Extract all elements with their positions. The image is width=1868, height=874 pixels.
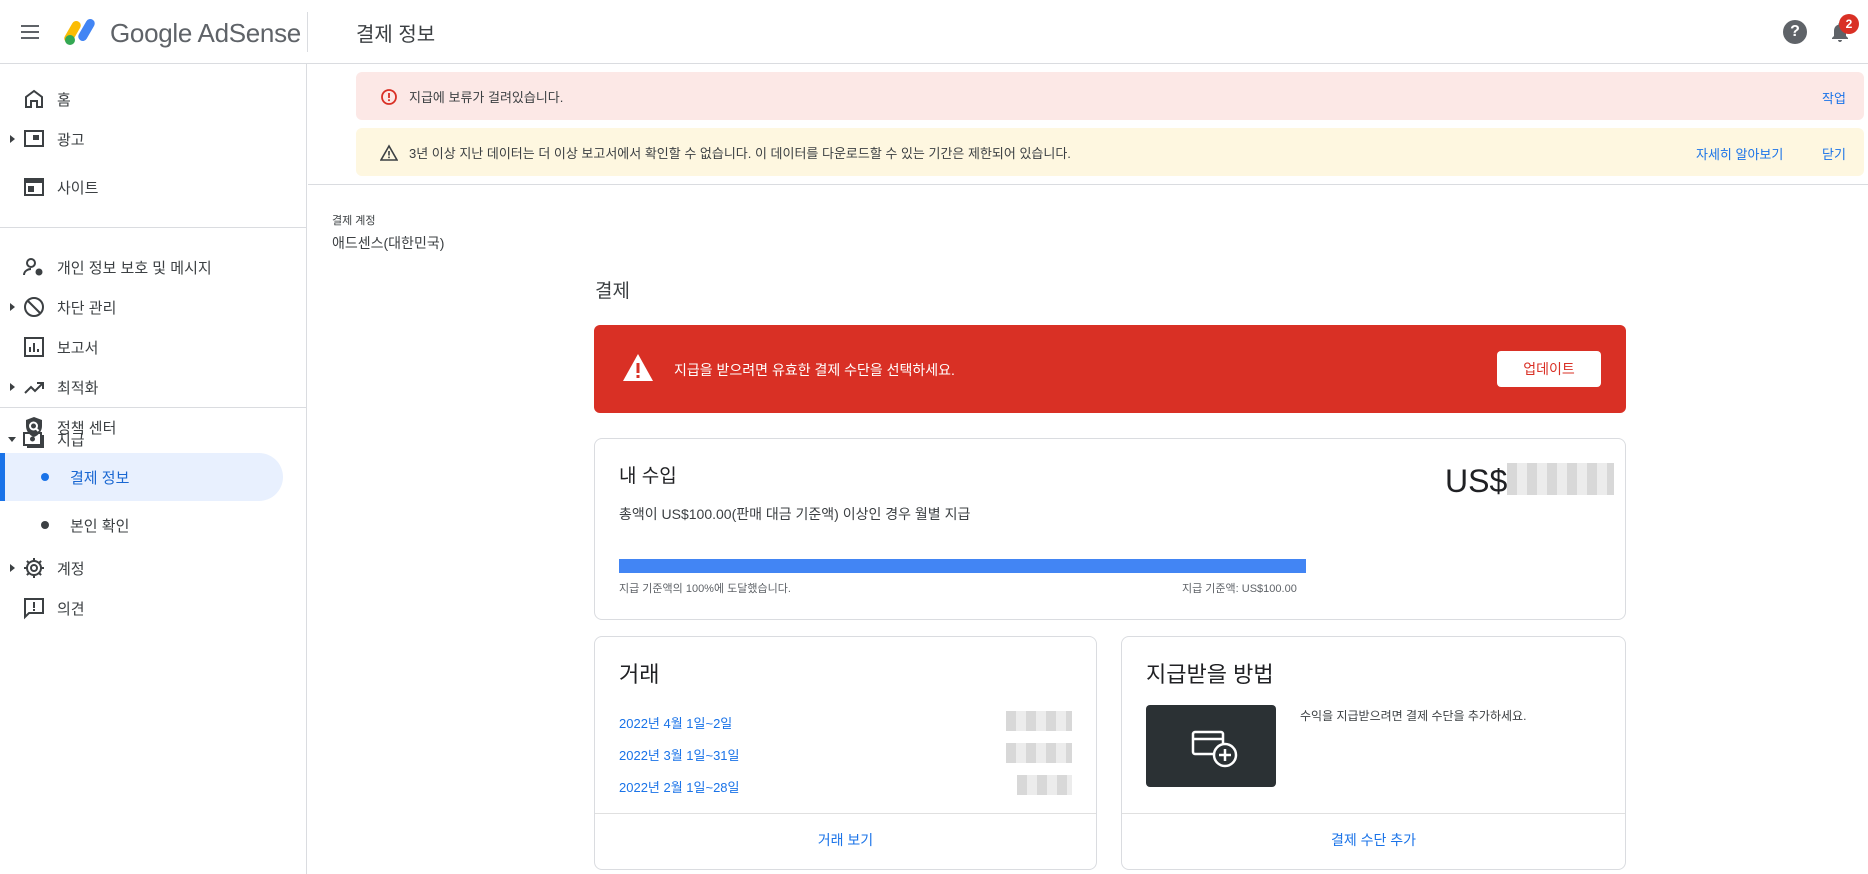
sites-icon	[24, 178, 44, 196]
payment-hold-alert: 지급에 보류가 걸려있습니다. 작업	[356, 72, 1864, 120]
gear-icon	[24, 558, 44, 578]
transaction-period-link[interactable]: 2022년 4월 1일~2일	[619, 713, 732, 732]
card-divider	[595, 813, 1096, 814]
warning-icon	[380, 144, 398, 161]
sidebar-subitem-payment-info[interactable]: 결제 정보	[0, 453, 283, 501]
sidebar: 홈 광고 사이트 개인 정보 보호 및 메시지 차단 관리 보고서 최적화 정책…	[0, 64, 307, 874]
section-title: 결제	[595, 281, 630, 302]
sidebar-subitem-identity-verification[interactable]: 본인 확인	[0, 501, 283, 549]
expand-caret-icon	[10, 303, 15, 311]
transaction-period-link[interactable]: 2022년 2월 1일~28일	[619, 777, 740, 796]
redacted-amount	[1006, 743, 1072, 763]
content-divider	[308, 184, 1868, 185]
sidebar-item-label: 차단 관리	[57, 300, 117, 317]
block-icon	[24, 297, 44, 317]
sidebar-item-label: 광고	[57, 132, 85, 149]
add-card-icon	[1191, 730, 1238, 768]
redacted-amount	[1017, 775, 1072, 795]
reports-icon	[24, 337, 44, 357]
sidebar-item-label: 보고서	[57, 340, 99, 357]
alert-action-link[interactable]: 작업	[1822, 88, 1846, 107]
threshold-caption: 지급 기준액: US$100.00	[1182, 583, 1297, 595]
dismiss-link[interactable]: 닫기	[1822, 144, 1846, 163]
progress-fill	[619, 559, 1306, 573]
earnings-subtitle: 총액이 US$100.00(판매 대금 기준액) 이상인 경우 월별 지급	[619, 506, 971, 522]
sidebar-item-label: 계정	[57, 561, 85, 578]
sidebar-item-label: 최적화	[57, 380, 99, 397]
redacted-amount	[1507, 463, 1614, 495]
sidebar-divider	[0, 407, 307, 408]
payment-method-error-banner: 지급을 받으려면 유효한 결제 수단을 선택하세요. 업데이트	[594, 325, 1626, 413]
sidebar-item-label: 개인 정보 보호 및 메시지	[57, 260, 212, 277]
bullet-icon	[41, 521, 49, 529]
error-icon	[381, 89, 397, 105]
alert-text: 3년 이상 지난 데이터는 더 이상 보고서에서 확인할 수 없습니다. 이 데…	[409, 146, 1071, 161]
feedback-icon	[24, 598, 44, 620]
privacy-icon	[23, 258, 43, 276]
card-title: 내 수입	[619, 466, 677, 487]
notifications-button[interactable]: 2	[1828, 14, 1859, 48]
payment-method-card: 지급받을 방법 수익을 지급받으려면 결제 수단을 추가하세요. 결제 수단 추…	[1121, 636, 1626, 870]
view-transactions-link[interactable]: 거래 보기	[595, 830, 1096, 850]
help-icon[interactable]: ?	[1783, 20, 1807, 44]
optimization-icon	[24, 382, 44, 394]
sidebar-item-label: 의견	[57, 601, 85, 618]
sidebar-item-sites[interactable]: 사이트	[0, 163, 307, 211]
payments-account-value: 애드센스(대한민국)	[332, 235, 445, 251]
earnings-card: 내 수입 총액이 US$100.00(판매 대금 기준액) 이상인 경우 월별 …	[594, 438, 1626, 620]
adsense-logo	[64, 19, 95, 45]
sidebar-item-ads[interactable]: 광고	[0, 115, 307, 163]
ads-icon	[24, 130, 44, 147]
sidebar-item-label: 홈	[57, 92, 71, 109]
redacted-amount	[1006, 711, 1072, 731]
bullet-icon	[41, 473, 49, 481]
banner-text: 지급을 받으려면 유효한 결제 수단을 선택하세요.	[674, 362, 955, 378]
sidebar-subitem-label: 결제 정보	[70, 470, 130, 487]
expand-caret-icon	[10, 135, 15, 143]
sidebar-item-label: 지급	[57, 432, 85, 449]
data-retention-alert: 3년 이상 지난 데이터는 더 이상 보고서에서 확인할 수 없습니다. 이 데…	[356, 128, 1864, 176]
brand-name: Google AdSense	[110, 18, 301, 48]
expand-caret-icon	[10, 564, 15, 572]
collapse-caret-icon	[8, 437, 16, 442]
sidebar-subitem-label: 본인 확인	[70, 518, 130, 535]
learn-more-link[interactable]: 자세히 알아보기	[1696, 144, 1783, 163]
sidebar-divider	[0, 227, 307, 228]
sidebar-item-label: 사이트	[57, 180, 99, 197]
warning-icon	[623, 354, 653, 381]
hamburger-menu-icon[interactable]	[18, 20, 42, 44]
card-divider	[1122, 813, 1625, 814]
payment-threshold-progress	[619, 559, 1306, 573]
earnings-amount: US$	[1445, 463, 1507, 500]
top-app-bar: Google AdSense 결제 정보 ? 2	[0, 0, 1868, 64]
update-button[interactable]: 업데이트	[1497, 351, 1601, 387]
payments-account-label: 결제 계정	[332, 215, 376, 227]
notification-badge: 2	[1839, 14, 1859, 34]
sidebar-item-feedback[interactable]: 의견	[0, 584, 307, 632]
home-icon	[25, 89, 43, 108]
transaction-period-link[interactable]: 2022년 3월 1일~31일	[619, 745, 740, 764]
alert-text: 지급에 보류가 걸려있습니다.	[409, 90, 564, 105]
payment-method-text: 수익을 지급받으려면 결제 수단을 추가하세요.	[1300, 709, 1527, 723]
transactions-card: 거래 2022년 4월 1일~2일 2022년 3월 1일~31일 2022년 …	[594, 636, 1097, 870]
expand-caret-icon	[10, 383, 15, 391]
card-title: 지급받을 방법	[1146, 662, 1274, 687]
header-divider	[307, 12, 308, 52]
payment-method-illustration	[1146, 705, 1276, 787]
progress-caption: 지급 기준액의 100%에 도달했습니다.	[619, 583, 791, 595]
card-title: 거래	[619, 662, 660, 687]
page-title: 결제 정보	[356, 24, 436, 46]
payments-icon	[23, 432, 44, 448]
add-payment-method-link[interactable]: 결제 수단 추가	[1122, 830, 1625, 850]
currency-label: US$	[1445, 463, 1508, 499]
